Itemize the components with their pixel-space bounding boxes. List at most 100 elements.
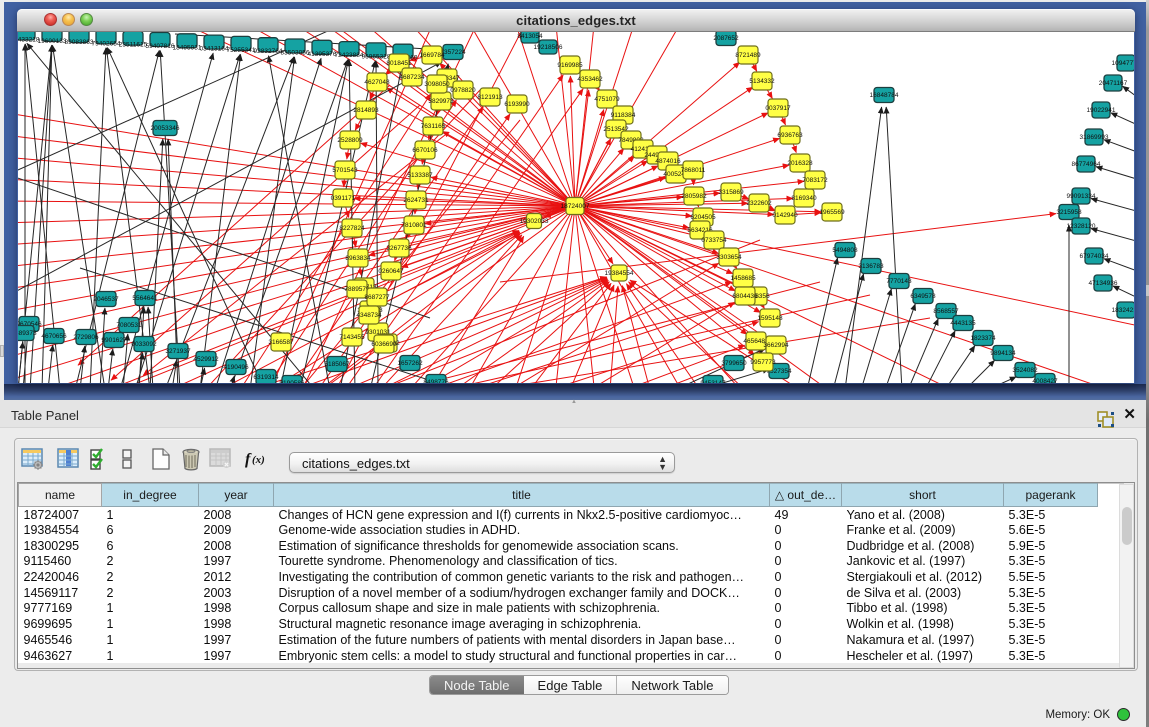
svg-text:7770143: 7770143 <box>886 278 912 285</box>
svg-text:3799650: 3799650 <box>721 360 747 367</box>
svg-text:4874016: 4874016 <box>655 158 681 165</box>
svg-text:1595148: 1595148 <box>757 315 783 322</box>
svg-text:9453147: 9453147 <box>700 380 726 383</box>
svg-text:9118384: 9118384 <box>611 112 636 119</box>
svg-text:4443135: 4443135 <box>950 320 976 327</box>
svg-text:99091334: 99091334 <box>1067 193 1096 200</box>
svg-text:75255341: 75255341 <box>227 47 256 54</box>
svg-text:0733754: 0733754 <box>701 237 727 244</box>
svg-text:86774964: 86774964 <box>1072 161 1101 168</box>
svg-text:89083863: 89083863 <box>65 39 94 46</box>
svg-text:18324210: 18324210 <box>1112 307 1134 314</box>
svg-text:4348734: 4348734 <box>356 312 382 319</box>
svg-text:5564641: 5564641 <box>132 295 158 302</box>
svg-text:72423884: 72423884 <box>335 52 364 59</box>
svg-text:4529912: 4529912 <box>193 356 219 363</box>
svg-text:7080531: 7080531 <box>116 322 142 329</box>
svg-text:6936763: 6936763 <box>777 132 803 139</box>
svg-text:0260647: 0260647 <box>378 268 404 275</box>
svg-text:19600133: 19600133 <box>38 38 67 45</box>
svg-text:3662994: 3662994 <box>763 342 789 349</box>
svg-text:10947775: 10947775 <box>1112 60 1134 67</box>
svg-text:20471167: 20471167 <box>1099 80 1128 87</box>
svg-text:23511615: 23511615 <box>119 42 148 49</box>
svg-text:92832764: 92832764 <box>254 48 283 55</box>
svg-text:6319314: 6319314 <box>253 374 279 381</box>
svg-text:7889579: 7889579 <box>344 286 370 293</box>
svg-text:20053346: 20053346 <box>151 125 180 132</box>
svg-text:18495931: 18495931 <box>173 44 202 51</box>
svg-text:8568557: 8568557 <box>933 308 959 315</box>
svg-text:6889373: 6889373 <box>18 330 37 337</box>
svg-text:6036690: 6036690 <box>371 341 397 348</box>
svg-text:2729806: 2729806 <box>73 334 99 341</box>
svg-text:7143455: 7143455 <box>339 334 365 341</box>
svg-text:3829973: 3829973 <box>428 98 454 105</box>
svg-text:5134332: 5134332 <box>749 78 775 85</box>
svg-text:3524082: 3524082 <box>1012 367 1038 374</box>
svg-text:2624731: 2624731 <box>403 197 429 204</box>
svg-text:5185067: 5185067 <box>324 361 350 368</box>
svg-text:1458685: 1458685 <box>730 275 756 282</box>
svg-text:2016328: 2016328 <box>787 160 813 167</box>
svg-text:9957773: 9957773 <box>750 359 776 366</box>
svg-text:19384554: 19384554 <box>605 270 634 277</box>
svg-text:9894134: 9894134 <box>990 350 1016 357</box>
svg-text:6670106: 6670106 <box>412 147 438 154</box>
svg-text:8413054: 8413054 <box>517 33 543 40</box>
svg-text:4687234: 4687234 <box>399 74 425 81</box>
svg-text:5133387: 5133387 <box>407 172 433 179</box>
svg-text:8687277: 8687277 <box>364 294 390 301</box>
svg-text:83503056: 83503056 <box>281 50 310 57</box>
svg-text:3267736: 3267736 <box>386 245 412 252</box>
svg-text:16848784: 16848784 <box>870 92 899 99</box>
svg-text:8169340: 8169340 <box>791 195 817 202</box>
svg-text:19218506: 19218506 <box>534 44 563 51</box>
svg-text:19022941: 19022941 <box>1087 107 1116 114</box>
svg-text:67974034: 67974034 <box>1080 253 1109 260</box>
svg-text:2087652: 2087652 <box>713 35 739 42</box>
svg-text:4627048: 4627048 <box>364 79 390 86</box>
svg-text:41395376: 41395376 <box>308 51 337 58</box>
svg-text:3215958: 3215958 <box>1056 209 1082 216</box>
svg-text:9901627: 9901627 <box>101 337 127 344</box>
svg-text:5494808: 5494808 <box>832 247 858 254</box>
svg-text:79402654: 79402654 <box>92 40 121 47</box>
svg-text:0978820: 0978820 <box>450 87 476 94</box>
svg-text:8498776: 8498776 <box>423 379 449 383</box>
svg-text:0033092: 0033092 <box>131 341 157 348</box>
svg-text:31869993: 31869993 <box>1080 134 1109 141</box>
svg-text:2814893: 2814893 <box>353 107 379 114</box>
svg-text:8227824: 8227824 <box>339 225 365 232</box>
svg-text:3166587: 3166587 <box>268 339 294 346</box>
svg-text:4751079: 4751079 <box>594 96 620 103</box>
svg-text:4353462: 4353462 <box>577 76 603 83</box>
svg-text:12328120: 12328120 <box>1067 223 1096 230</box>
svg-text:2322602: 2322602 <box>746 200 772 207</box>
svg-text:8963834: 8963834 <box>345 255 371 262</box>
svg-text:3303654: 3303654 <box>716 254 742 261</box>
svg-text:1965569: 1965569 <box>819 209 845 216</box>
svg-text:3136783: 3136783 <box>858 263 884 270</box>
svg-text:0037917: 0037917 <box>765 105 791 112</box>
svg-text:2046537: 2046537 <box>93 296 119 303</box>
svg-text:4008427: 4008427 <box>1032 378 1058 383</box>
svg-text:47134936: 47134936 <box>1089 280 1118 287</box>
svg-text:6804436: 6804436 <box>732 293 758 300</box>
svg-text:1657262: 1657262 <box>397 360 423 367</box>
svg-text:7868011: 7868011 <box>681 167 706 174</box>
svg-text:2805982: 2805982 <box>681 193 707 200</box>
svg-text:3098050: 3098050 <box>424 81 450 88</box>
svg-text:5701543: 5701543 <box>332 167 358 174</box>
svg-text:8121913: 8121913 <box>477 94 503 101</box>
svg-text:1669784: 1669784 <box>419 52 445 59</box>
svg-text:1823374: 1823374 <box>970 335 996 342</box>
svg-text:7083172: 7083172 <box>802 177 828 184</box>
svg-text:4670656: 4670656 <box>41 333 67 340</box>
svg-text:2528809: 2528809 <box>337 137 363 144</box>
svg-text:7631165: 7631165 <box>421 123 446 130</box>
svg-text:0142940: 0142940 <box>772 212 798 219</box>
svg-text:03413164: 03413164 <box>200 46 229 53</box>
svg-text:4190496: 4190496 <box>223 364 249 371</box>
svg-text:6204505: 6204505 <box>690 214 716 221</box>
